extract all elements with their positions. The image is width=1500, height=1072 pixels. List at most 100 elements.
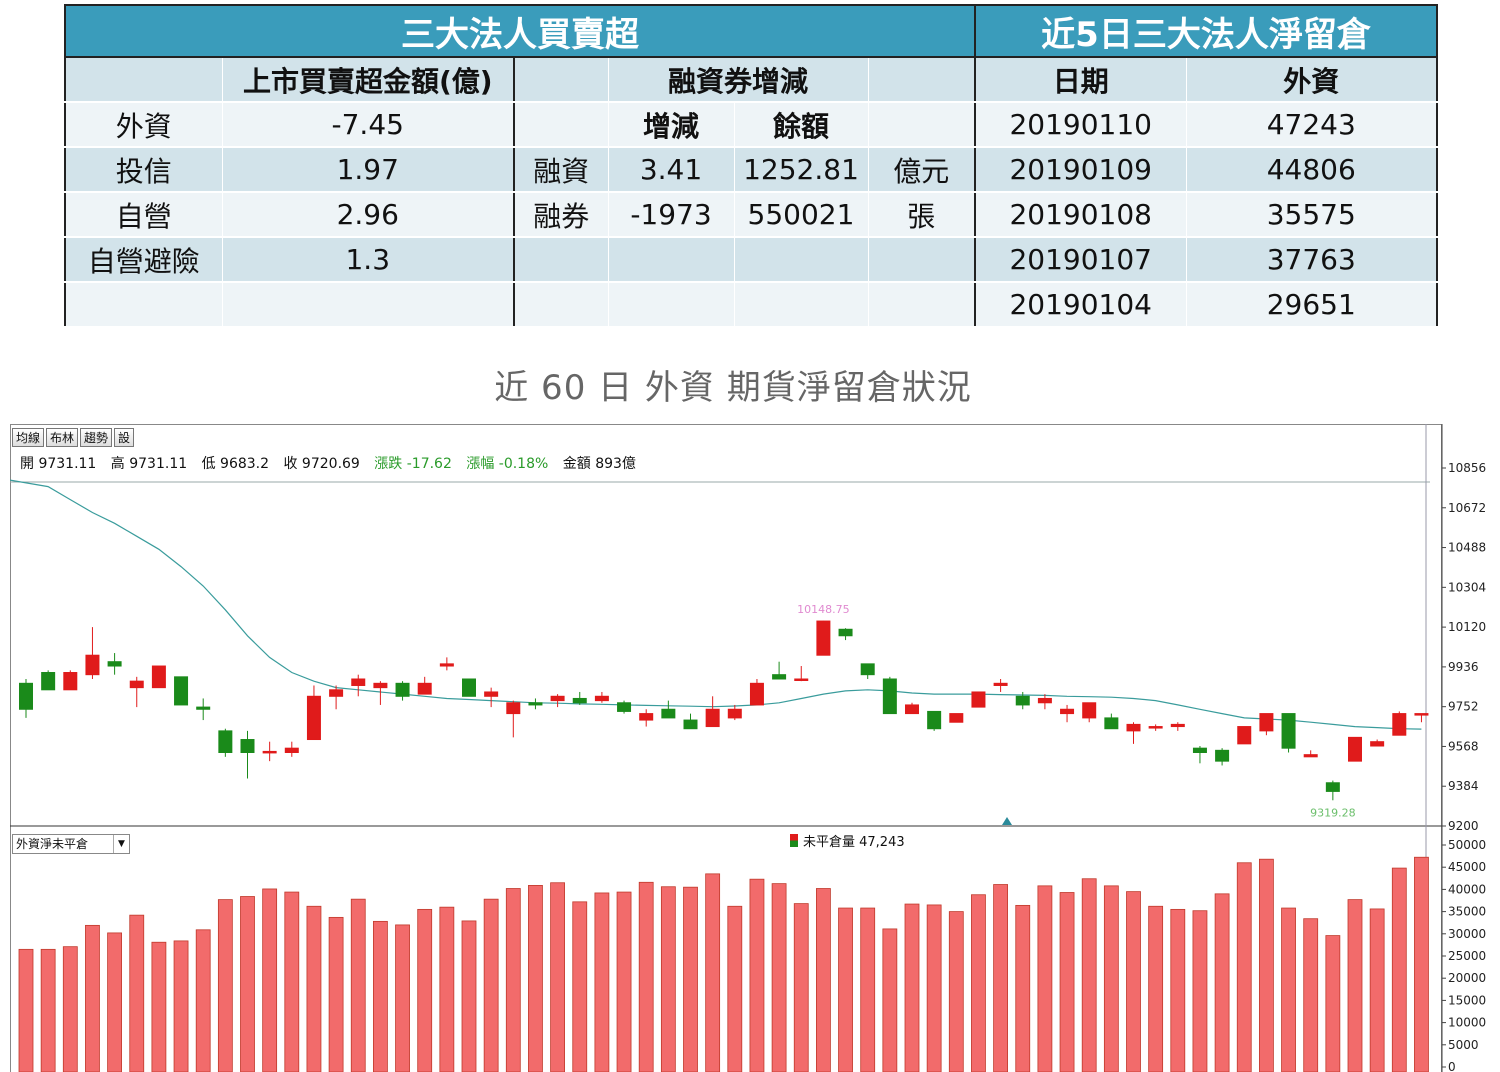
volume-bar xyxy=(18,948,34,1072)
candle-body xyxy=(1325,782,1340,792)
volume-bar xyxy=(306,905,322,1072)
volume-bar xyxy=(195,929,211,1072)
volume-bar xyxy=(1236,862,1252,1072)
candle-body xyxy=(1170,723,1185,728)
high-annotation: 10148.75 xyxy=(797,603,850,616)
balance-subheader: 餘額 xyxy=(734,102,869,148)
margin-balance xyxy=(734,237,869,283)
row-net: 37763 xyxy=(1186,237,1438,283)
candle-body xyxy=(1259,713,1274,732)
row-amount: -7.45 xyxy=(222,102,515,148)
candle-body xyxy=(594,695,609,702)
volume-bar xyxy=(1303,918,1319,1072)
volume-bar xyxy=(727,905,743,1072)
row-date: 20190109 xyxy=(975,147,1187,193)
candle-body xyxy=(1237,726,1252,745)
quote-line: 開 9731.11 高 9731.11 低 9683.2 收 9720.69 漲… xyxy=(20,453,646,473)
chevron-down-icon[interactable]: ▼ xyxy=(113,835,129,853)
row-amount: 1.97 xyxy=(222,147,515,193)
margin-balance: 550021 xyxy=(734,192,869,238)
blank-header xyxy=(514,57,609,103)
bollinger-button[interactable]: 布林 xyxy=(46,428,79,447)
candle-body xyxy=(949,713,964,723)
candle-body xyxy=(683,719,698,730)
volume-bar xyxy=(217,899,233,1072)
candle-body xyxy=(794,678,809,681)
row-name: 自營 xyxy=(65,192,223,238)
row-name: 自營避險 xyxy=(65,237,223,283)
volume-bar xyxy=(439,906,455,1072)
quote-change: 漲跌 -17.62 xyxy=(374,456,452,472)
volume-bar xyxy=(882,928,898,1072)
row-amount: 2.96 xyxy=(222,192,515,238)
volume-bar xyxy=(1391,867,1407,1072)
candle-body xyxy=(151,665,166,689)
volume-indicator-select[interactable]: 外資淨未平倉 ▼ xyxy=(12,834,130,854)
volume-bar xyxy=(572,901,588,1072)
foreign-header: 外資 xyxy=(1186,57,1438,103)
volume-bar xyxy=(1281,907,1296,1072)
candle-body xyxy=(1015,695,1030,706)
margin-header: 融資券增減 xyxy=(608,57,869,103)
candle-body xyxy=(484,691,499,697)
candle-body xyxy=(1303,754,1318,758)
volume-bar xyxy=(372,920,388,1072)
volume-bar xyxy=(483,898,499,1072)
volume-bar xyxy=(660,886,676,1072)
marker-triangle-icon xyxy=(1002,817,1012,825)
row-name xyxy=(65,282,223,328)
y-tick-label: 10672 xyxy=(1448,501,1486,515)
row-amount: 1.3 xyxy=(222,237,515,283)
volume-bar xyxy=(1081,878,1097,1072)
quote-amount: 金額 893億 xyxy=(562,456,636,472)
volume-bar xyxy=(1148,905,1164,1072)
y-tick-label: 9936 xyxy=(1448,660,1479,674)
volume-bar xyxy=(1414,856,1429,1072)
volume-bar xyxy=(683,886,698,1072)
volume-bar xyxy=(793,903,809,1072)
candle-body xyxy=(107,661,122,667)
settings-button[interactable]: 設 xyxy=(114,428,135,447)
quote-low: 低 9683.2 xyxy=(201,456,270,472)
vol-y-tick-label: 0 xyxy=(1448,1060,1456,1072)
candle-body xyxy=(1414,713,1429,716)
vol-y-tick-label: 15000 xyxy=(1448,993,1486,1007)
ma-button[interactable]: 均線 xyxy=(12,428,45,447)
volume-bar xyxy=(328,916,344,1072)
volume-bar xyxy=(1192,910,1208,1072)
vol-y-tick-label: 40000 xyxy=(1448,882,1486,896)
candle-body xyxy=(860,663,875,676)
row-date: 20190110 xyxy=(975,102,1187,148)
trend-button[interactable]: 趨勢 xyxy=(80,428,113,447)
volume-bar xyxy=(705,873,721,1072)
margin-label: 融資 xyxy=(514,147,609,193)
volume-bar xyxy=(948,911,964,1072)
row-net: 29651 xyxy=(1186,282,1438,328)
y-tick-label: 9200 xyxy=(1448,819,1479,833)
chart-title: 近 60 日 外資 期貨淨留倉狀況 xyxy=(494,368,972,408)
volume-bar xyxy=(1126,891,1141,1072)
vol-y-tick-label: 50000 xyxy=(1448,838,1486,852)
candle-body xyxy=(1104,717,1119,730)
quote-open: 開 9731.11 xyxy=(20,456,97,472)
candle-body xyxy=(1126,723,1141,732)
candle-body xyxy=(572,697,587,704)
volume-bar xyxy=(904,903,920,1072)
volume-bar xyxy=(550,882,565,1072)
stock-chart-canvas: 10856 10672 10488 10304 10120 9936 9752 9568 938… xyxy=(10,424,1486,1072)
candle-body xyxy=(1370,741,1385,747)
candle-body xyxy=(838,628,853,637)
candle-body xyxy=(129,680,144,689)
candle-body xyxy=(19,682,33,710)
y-tick-label: 9752 xyxy=(1448,700,1479,714)
candle-body xyxy=(528,702,543,706)
blank-header xyxy=(868,57,976,103)
change-subheader: 增減 xyxy=(608,102,735,148)
volume-bar xyxy=(129,914,145,1072)
margin-balance xyxy=(734,282,869,328)
volume-bar xyxy=(284,891,300,1072)
candle-body xyxy=(395,682,410,697)
candle-body xyxy=(506,702,521,715)
volume-legend-label: 未平倉量 47,243 xyxy=(803,835,905,850)
candle-body xyxy=(882,678,897,715)
